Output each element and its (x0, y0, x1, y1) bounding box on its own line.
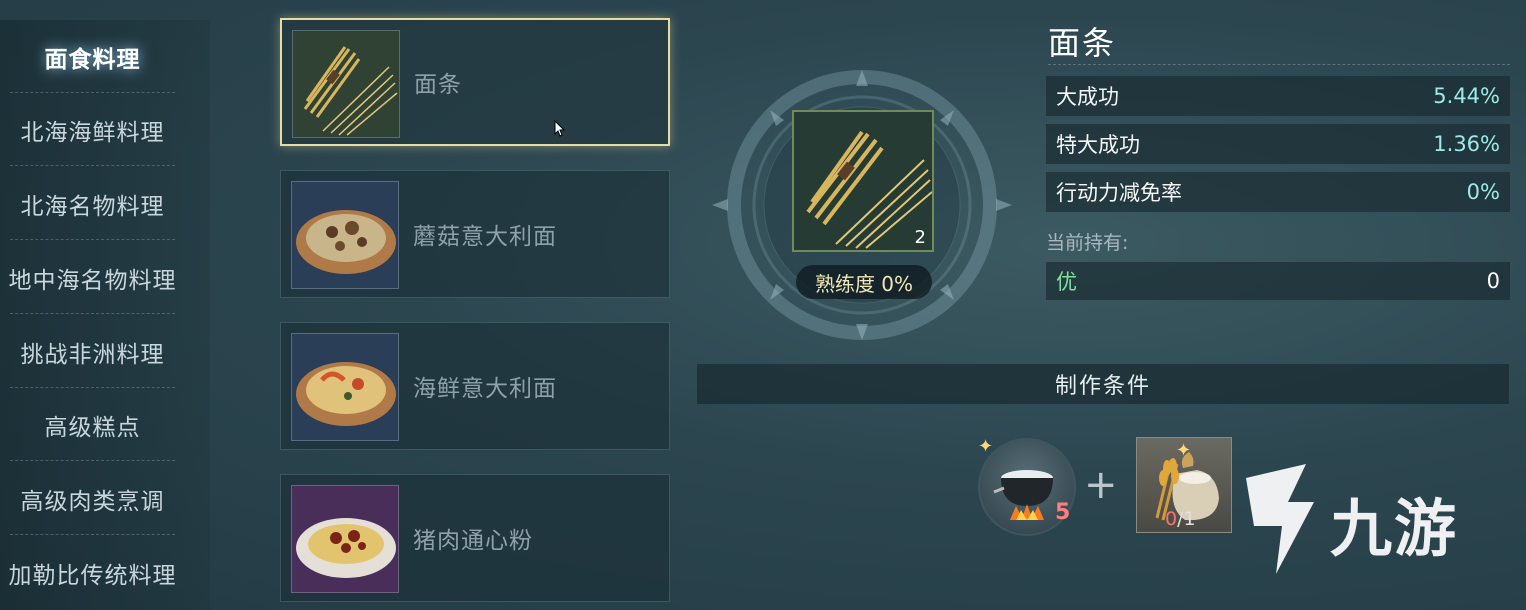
stat-label: 行动力减免率 (1056, 181, 1182, 205)
selected-item-frame: 2 (792, 110, 934, 252)
mouse-cursor-icon (554, 120, 566, 137)
plus-icon: + (1084, 462, 1118, 508)
stat-row-huge-success: 特大成功 1.36% (1046, 124, 1510, 164)
mushroom-pasta-icon (291, 181, 399, 289)
tool-level: 5 (1055, 500, 1071, 525)
category-sidebar: 面食料理 北海海鲜料理 北海名物料理 地中海名物料理 挑战非洲料理 高级糕点 高… (0, 20, 210, 610)
stat-value: 1.36% (1433, 132, 1500, 156)
owned-quality: 优 (1056, 270, 1077, 294)
stat-value: 5.44% (1433, 84, 1500, 108)
recipe-name: 猪肉通心粉 (413, 528, 533, 554)
category-tab-mediterranean[interactable]: 地中海名物料理 (0, 241, 185, 314)
seafood-pasta-icon (291, 333, 399, 441)
sparkle-icon: ✦ (1176, 440, 1192, 461)
recipe-item-mushroom-pasta[interactable]: 蘑菇意大利面 (280, 170, 670, 298)
item-title: 面条 (1048, 24, 1117, 62)
recipe-item-seafood-pasta[interactable]: 海鲜意大利面 (280, 322, 670, 450)
stat-row-great-success: 大成功 5.44% (1046, 76, 1510, 116)
recipe-name: 面条 (414, 72, 462, 98)
category-tab-african[interactable]: 挑战非洲料理 (0, 315, 185, 388)
crafting-conditions-header: 制作条件 (697, 364, 1509, 404)
recipe-item-pork-macaroni[interactable]: 猪肉通心粉 (280, 474, 670, 602)
category-tab-pasta[interactable]: 面食料理 (0, 20, 185, 93)
pork-macaroni-icon (291, 485, 399, 593)
material-count: 0/1 (1165, 508, 1196, 530)
title-divider (1048, 64, 1510, 65)
category-tab-north-sea-seafood[interactable]: 北海海鲜料理 (0, 93, 185, 166)
material-have: 0 (1165, 508, 1178, 530)
owned-label: 当前持有: (1046, 232, 1129, 254)
material-need: /1 (1177, 508, 1196, 530)
recipe-name: 蘑菇意大利面 (413, 224, 557, 250)
recipe-item-noodles[interactable]: 面条 (280, 18, 670, 146)
watermark-text: 九游 (1330, 492, 1459, 565)
recipe-name: 海鲜意大利面 (413, 376, 557, 402)
stat-label: 大成功 (1056, 85, 1119, 109)
stat-label: 特大成功 (1056, 133, 1140, 157)
sparkle-icon: ✦ (978, 436, 994, 457)
category-tab-north-sea-specialty[interactable]: 北海名物料理 (0, 167, 185, 240)
category-tab-pastry[interactable]: 高级糕点 (0, 388, 185, 461)
item-count: 2 (914, 227, 926, 248)
noodle-bundle-icon (794, 112, 932, 250)
category-tab-meat[interactable]: 高级肉类烹调 (0, 462, 185, 535)
stat-row-action-reduction: 行动力减免率 0% (1046, 172, 1510, 212)
owned-count: 0 (1486, 269, 1500, 293)
category-tab-caribbean[interactable]: 加勒比传统料理 (0, 536, 185, 609)
noodle-bundle-icon (292, 30, 400, 138)
owned-row: 优 0 (1046, 262, 1510, 300)
stat-value: 0% (1466, 180, 1500, 204)
proficiency-label: 熟练度 0% (796, 265, 932, 299)
